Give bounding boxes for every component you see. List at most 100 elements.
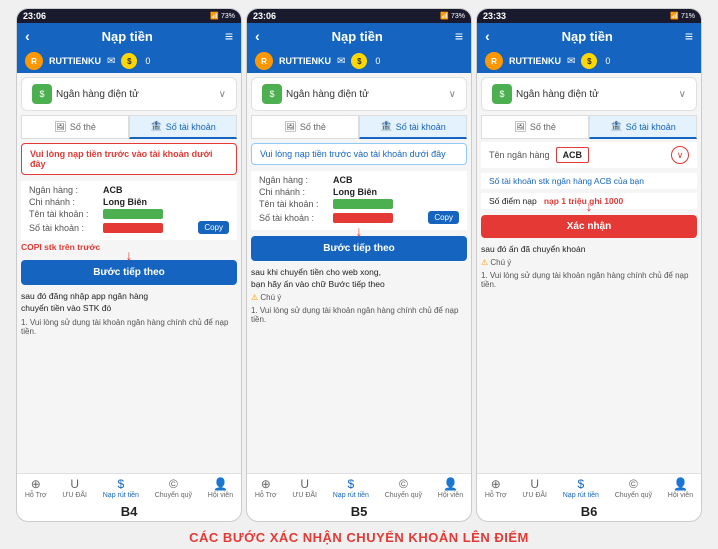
hoivien-label-b4: Hội viên (208, 492, 233, 499)
tab-sotaikhoan-b5[interactable]: 🏦 Số tài khoản (359, 115, 467, 139)
hoivien-icon-b5: 👤 (443, 477, 458, 491)
tabs-b6: 🖼 Số thẻ 🏦 Số tài khoản (481, 115, 697, 139)
uudai-label-b5: ƯU ĐÃI (292, 492, 317, 499)
tab-sotaikhoan-label-b6: Số tài khoản (626, 122, 676, 132)
status-icons-b4: 📶 73% (210, 12, 235, 20)
hoivien-label-b5: Hội viên (438, 492, 463, 499)
bank-section-b5[interactable]: $ Ngân hàng điện tử ∨ (251, 77, 467, 111)
action-btn-wrapper-b4: ↓ Bước tiếp theo (17, 256, 241, 289)
tab-sotaikhoan-b4[interactable]: 🏦 Số tài khoản (129, 115, 237, 139)
value-nganhang-b4: ACB (103, 185, 123, 195)
back-button-b6[interactable]: ‹ (485, 28, 490, 44)
app-header-b6: ‹ Nạp tiền ≡ (477, 23, 701, 49)
header-title-b6: Nạp tiền (562, 29, 613, 44)
nav-hoivien-b4[interactable]: 👤 Hội viên (208, 477, 233, 499)
action-button-b5[interactable]: ↓ Bước tiếp theo (251, 236, 467, 261)
avatar-b5: R (255, 52, 273, 70)
tab-sothe-b5[interactable]: 🖼 Số thẻ (251, 115, 359, 139)
nav-chuyenquy-b5[interactable]: © Chuyển quỹ (385, 477, 422, 499)
tab-sotaikhoan-b6[interactable]: 🏦 Số tài khoản (589, 115, 697, 139)
phones-container: 23:06 📶 73% ‹ Nạp tiền ≡ R RUTTIENKU ✉ $… (12, 0, 706, 526)
nav-hoivien-b5[interactable]: 👤 Hội viên (438, 477, 463, 499)
annotation2-b5: sau khi chuyển tiền cho web xong,bạn hãy… (251, 267, 467, 291)
phone-b6: 23:33 📶 71% ‹ Nạp tiền ≡ R RUTTIENKU ✉ $… (476, 8, 702, 522)
bottom-title: CÁC BƯỚC XÁC NHẬN CHUYỂN KHOẢN LÊN ĐIỂM (0, 526, 718, 549)
bank-icon-b4: $ (32, 84, 52, 104)
dropdown-button-b6[interactable]: ∨ (671, 146, 689, 164)
copy-button-b5[interactable]: Copy (428, 211, 459, 224)
diem-note-value-b6: nạp 1 triệu ghi 1000 (544, 196, 623, 206)
nav-uudai-b5[interactable]: U ƯU ĐÃI (292, 477, 317, 499)
nav-chuyenquy-b6[interactable]: © Chuyển quỹ (615, 477, 652, 499)
bank-tab-icon-b6: 🏦 (610, 121, 622, 132)
phone-label-b4: B4 (17, 501, 241, 521)
battery-b6: 71% (681, 13, 695, 20)
chevron-b4: ∨ (219, 89, 226, 100)
bottom-nav-b4: ⊕ Hỗ Trợ U ƯU ĐÃI $ Nạp rút tiền © Chuyể… (17, 473, 241, 501)
username-b4: RUTTIENKU (49, 56, 101, 66)
user-row-b5: R RUTTIENKU ✉ $ 0 (247, 49, 471, 73)
card-icon-b4: 🖼 (54, 122, 67, 133)
xacnhan-button-b6[interactable]: ↓ Xác nhận (481, 215, 697, 238)
phone-b5: 23:06 📶 73% ‹ Nạp tiền ≡ R RUTTIENKU ✉ $… (246, 8, 472, 522)
action-button-b4[interactable]: ↓ Bước tiếp theo (21, 260, 237, 285)
mail-icon-b5[interactable]: ✉ (337, 56, 345, 67)
menu-button-b5[interactable]: ≡ (455, 28, 463, 44)
info-box-b5: Vui lòng nạp tiền trước vào tài khoản dư… (251, 143, 467, 165)
tab-sothe-b4[interactable]: 🖼 Số thẻ (21, 115, 129, 139)
nav-hotro-b6[interactable]: ⊕ Hỗ Trợ (485, 477, 507, 499)
nav-hotro-b5[interactable]: ⊕ Hỗ Trợ (255, 477, 277, 499)
user-row-b4: R RUTTIENKU ✉ $ 0 (17, 49, 241, 73)
back-button-b4[interactable]: ‹ (25, 28, 30, 44)
label-tentaikhoan-b5: Tên tài khoản : (259, 199, 329, 209)
mail-icon-b4[interactable]: ✉ (107, 56, 115, 67)
avatar-b6: R (485, 52, 503, 70)
xacnhan-label-b6: Xác nhận (567, 221, 611, 232)
nav-uudai-b4[interactable]: U ƯU ĐÃI (62, 477, 87, 499)
copy-button-b4[interactable]: Copy (198, 221, 229, 234)
battery-b5: 73% (451, 13, 465, 20)
bottom-nav-b6: ⊕ Hỗ Trợ U ƯU ĐÃI $ Nạp rút tiền © Chuyể… (477, 473, 701, 501)
status-icons-b5: 📶 73% (440, 12, 465, 20)
menu-button-b4[interactable]: ≡ (225, 28, 233, 44)
note-b6: 1. Vui lòng sử dụng tài khoản ngân hàng … (481, 271, 697, 289)
warning-label-b6: Chú ý (490, 258, 511, 267)
coin-count-b6: 0 (605, 56, 610, 66)
label-chinhanh-b5: Chi nhánh : (259, 187, 329, 197)
value-chinhanh-b5: Long Biên (333, 187, 377, 197)
nav-uudai-b6[interactable]: U ƯU ĐÃI (522, 477, 547, 499)
nav-hoivien-b6[interactable]: 👤 Hội viên (668, 477, 693, 499)
xacnhan-wrapper-b6: ↓ Xác nhận (477, 211, 701, 242)
diem-note-label-b6: Số điểm nạp (489, 196, 537, 206)
nav-naprutien-b4[interactable]: $ Nạp rút tiền (103, 477, 139, 499)
nav-hotro-b4[interactable]: ⊕ Hỗ Trợ (25, 477, 47, 499)
card-icon-b6: 🖼 (514, 122, 527, 133)
menu-button-b6[interactable]: ≡ (685, 28, 693, 44)
note-b4: 1. Vui lòng sử dụng tài khoản ngân hàng … (21, 318, 237, 336)
bank-section-b4[interactable]: $ Ngân hàng điện tử ∨ (21, 77, 237, 111)
hotro-icon-b4: ⊕ (31, 477, 41, 491)
tab-sothe-b6[interactable]: 🖼 Số thẻ (481, 115, 589, 139)
chevron-b5: ∨ (449, 89, 456, 100)
nav-naprutien-b6[interactable]: $ Nạp rút tiền (563, 477, 599, 499)
coin-count-b5: 0 (375, 56, 380, 66)
bank-section-b6[interactable]: $ Ngân hàng điện tử ∨ (481, 77, 697, 111)
back-button-b5[interactable]: ‹ (255, 28, 260, 44)
phone-b4: 23:06 📶 73% ‹ Nạp tiền ≡ R RUTTIENKU ✉ $… (16, 8, 242, 522)
tab-sotaikhoan-label-b4: Số tài khoản (166, 122, 216, 132)
hotro-icon-b6: ⊕ (491, 477, 501, 491)
bank-label-b6: $ Ngân hàng điện tử (492, 84, 599, 104)
chuyenquy-label-b5: Chuyển quỹ (385, 492, 422, 499)
app-content-b5: $ Ngân hàng điện tử ∨ 🖼 Số thẻ 🏦 Số tài … (247, 73, 471, 473)
warning-icon-b5: ⚠ (251, 293, 258, 302)
time-b4: 23:06 (23, 11, 46, 21)
warning-label-b5: Chú ý (260, 293, 281, 302)
nav-naprutien-b5[interactable]: $ Nạp rút tiền (333, 477, 369, 499)
coin-icon-b5: $ (351, 53, 367, 69)
time-b6: 23:33 (483, 11, 506, 21)
note-b5: 1. Vui lòng sử dụng tài khoản ngân hàng … (251, 306, 467, 324)
value-nganhang-b5: ACB (333, 175, 353, 185)
mail-icon-b6[interactable]: ✉ (567, 56, 575, 67)
bank-section-text-b5: Ngân hàng điện tử (286, 89, 369, 100)
nav-chuyenquy-b4[interactable]: © Chuyển quỹ (155, 477, 192, 499)
